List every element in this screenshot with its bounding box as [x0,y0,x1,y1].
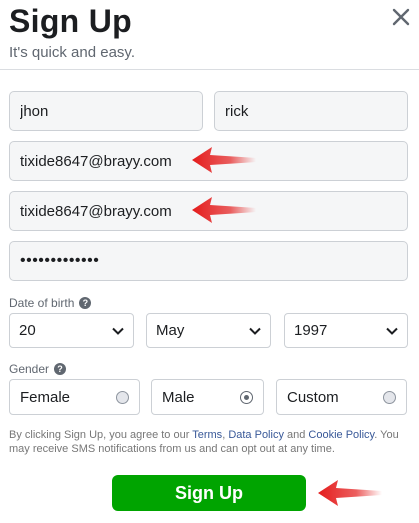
password-field[interactable] [9,241,408,281]
gender-option-label: Custom [287,388,339,406]
email-field[interactable] [9,141,408,181]
email-confirm-field[interactable] [9,191,408,231]
cookie-policy-link[interactable]: Cookie Policy [308,429,374,441]
close-icon[interactable] [390,6,412,28]
radio-icon[interactable] [116,390,129,404]
red-arrow-icon [318,480,382,506]
radio-icon[interactable] [383,390,396,404]
dob-label-text: Date of birth [9,296,75,310]
gender-option-label: Female [20,388,71,406]
gender-option-custom[interactable]: Custom [276,379,407,415]
terms-text: By clicking Sign Up, you agree to our Te… [9,428,410,456]
page-subtitle: It's quick and easy. [9,44,135,61]
dob-label: Date of birth ? [9,296,92,310]
gender-option-label: Male [162,388,195,406]
gender-option-male[interactable]: Male [151,379,264,415]
terms-text-part: By clicking Sign Up, you agree to our [9,429,193,441]
page-title: Sign Up [9,3,132,39]
terms-text-sep: and [283,429,309,441]
gender-label: Gender ? [9,362,67,376]
password-input[interactable] [10,242,407,280]
first-name-field[interactable] [9,91,203,131]
last-name-field[interactable] [214,91,408,131]
dob-help-icon[interactable]: ? [79,297,92,309]
first-name-input[interactable] [10,92,202,130]
dialog-header: Sign Up It's quick and easy. [0,0,419,70]
email-input[interactable] [10,142,407,180]
gender-label-text: Gender [9,362,50,376]
gender-option-female[interactable]: Female [9,379,140,415]
radio-checked-icon[interactable] [240,390,253,404]
sign-up-button[interactable]: Sign Up [112,475,306,511]
dob-year-select[interactable]: 1997 [284,313,408,348]
chevron-down-icon [112,327,124,335]
last-name-input[interactable] [215,92,407,130]
dob-month-value: May [156,322,185,339]
dob-year-value: 1997 [294,322,328,339]
dob-day-value: 20 [19,322,36,339]
chevron-down-icon [386,327,398,335]
chevron-down-icon [249,327,261,335]
email-confirm-input[interactable] [10,192,407,230]
data-policy-link[interactable]: Data Policy [228,429,284,441]
terms-link[interactable]: Terms [192,429,222,441]
dob-day-select[interactable]: 20 [9,313,134,348]
gender-help-icon[interactable]: ? [54,363,67,375]
dob-month-select[interactable]: May [146,313,271,348]
